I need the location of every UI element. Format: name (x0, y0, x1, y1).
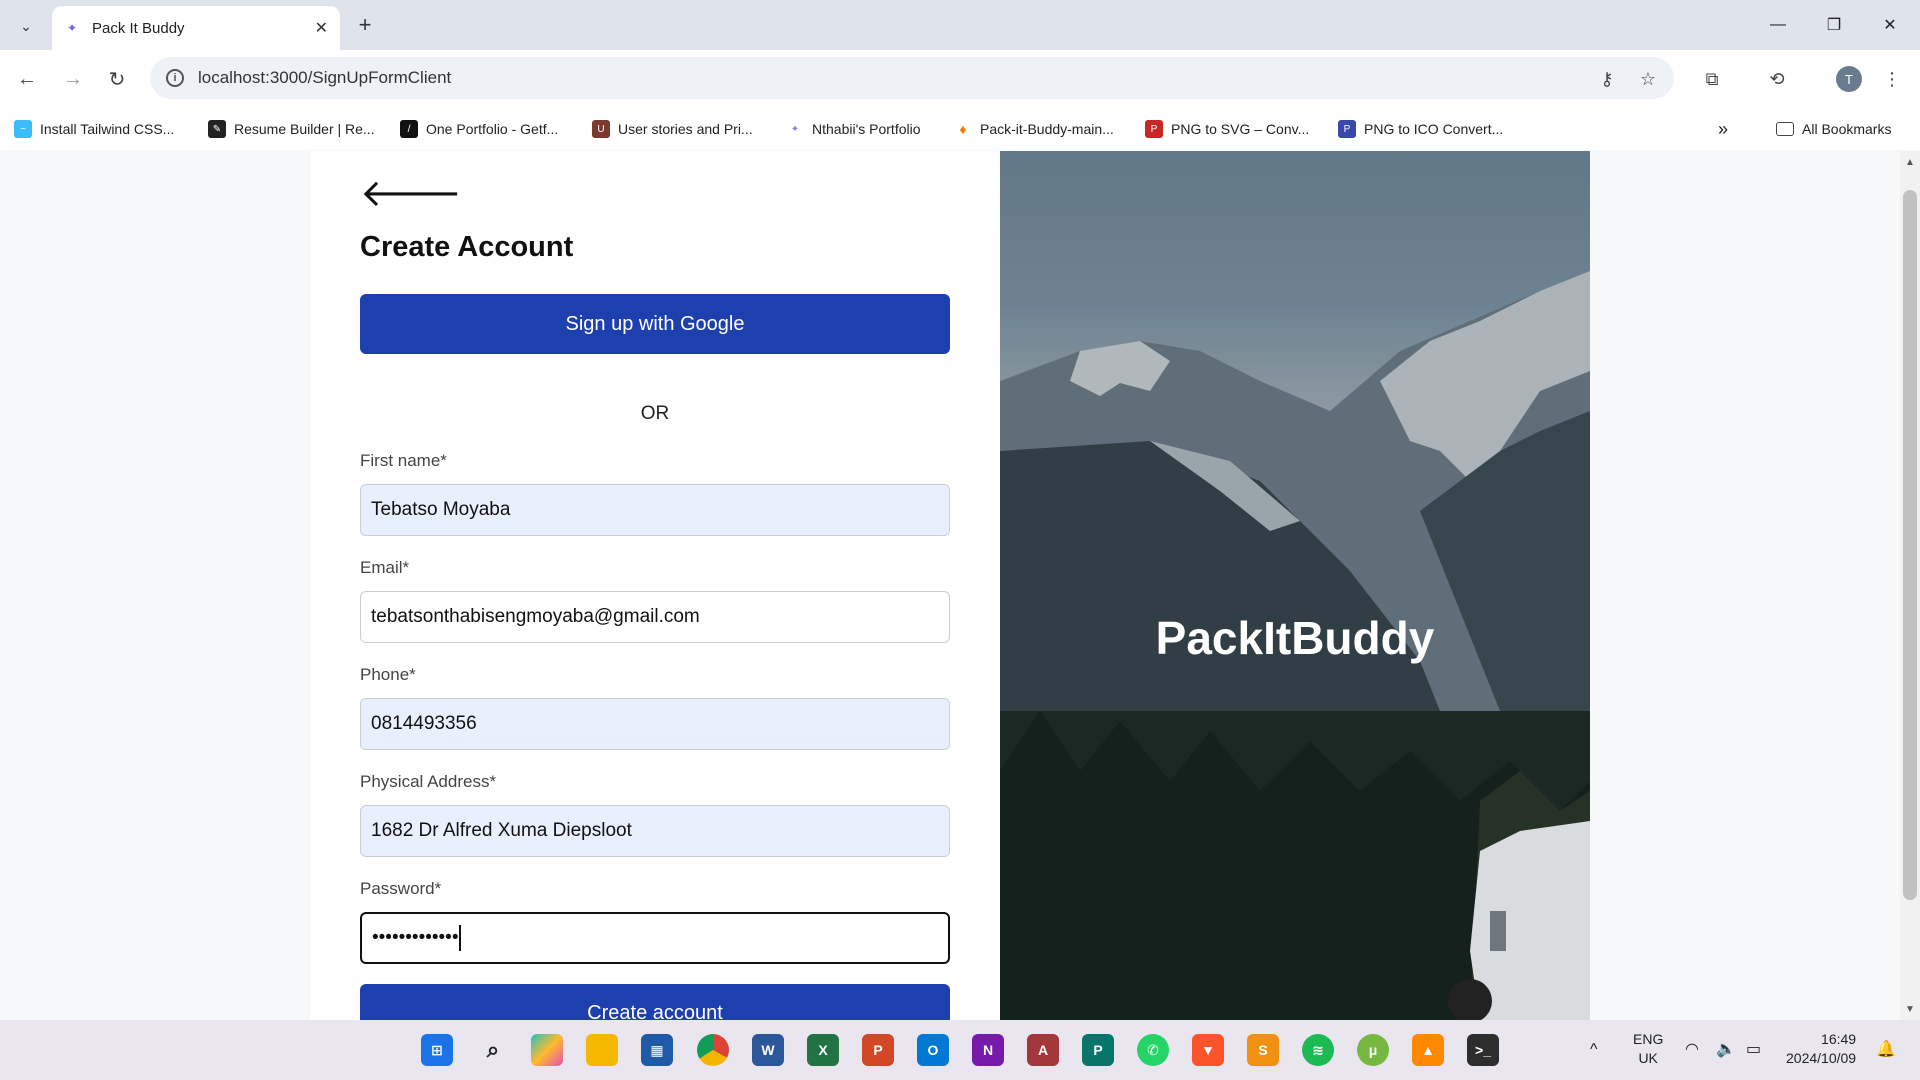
bookmark-star-icon[interactable]: ☆ (1636, 67, 1660, 91)
volume-icon[interactable]: 🔈 (1716, 1040, 1736, 1059)
portfolio-icon: / (400, 120, 418, 138)
url-text[interactable]: localhost:3000/SignUpFormClient (198, 68, 451, 88)
bookmark-item[interactable]: ♦ Pack-it-Buddy-main... (954, 116, 1114, 142)
windows-start-icon[interactable]: ⊞ (421, 1034, 453, 1066)
copilot-icon[interactable] (531, 1034, 563, 1066)
tailwind-icon: ~ (14, 120, 32, 138)
nthabii-icon: ✦ (786, 120, 804, 138)
page-viewport: 🡐 Create Account Sign up with Google OR … (0, 151, 1920, 1020)
password-field[interactable]: ••••••••••••• (360, 912, 950, 964)
bookmark-item[interactable]: U User stories and Pri... (592, 116, 753, 142)
back-arrow-icon[interactable]: 🡐 (360, 175, 462, 213)
password-key-icon[interactable]: ⚷ (1595, 67, 1619, 91)
hero-image-panel: PackItBuddy (1000, 151, 1590, 1020)
pngsvg-icon: P (1145, 120, 1163, 138)
pngico-icon: P (1338, 120, 1356, 138)
excel-icon[interactable]: X (807, 1034, 839, 1066)
microsoft-store-icon[interactable]: ▦ (641, 1034, 673, 1066)
clock[interactable]: 16:49 2024/10/09 (1786, 1030, 1856, 1068)
extensions-icon[interactable]: ⧉ (1700, 67, 1724, 91)
battery-icon[interactable]: ▭ (1746, 1040, 1761, 1059)
address-label: Physical Address* (360, 772, 497, 791)
bookmark-item[interactable]: P PNG to ICO Convert... (1338, 116, 1503, 142)
whatsapp-icon[interactable]: ✆ (1137, 1034, 1169, 1066)
wifi-icon[interactable]: ◠ (1685, 1040, 1699, 1059)
brave-icon[interactable]: ▼ (1192, 1034, 1224, 1066)
show-hidden-icons-chevron-icon[interactable]: ^ (1590, 1040, 1598, 1059)
notifications-bell-icon[interactable]: 🔔 (1876, 1040, 1896, 1059)
email-field[interactable]: tebatsonthabisengmoyaba@gmail.com (360, 591, 950, 643)
close-window-icon[interactable]: ✕ (1862, 0, 1918, 50)
outlook-icon[interactable]: O (917, 1034, 949, 1066)
firebase-icon: ♦ (954, 120, 972, 138)
chrome-icon[interactable] (697, 1034, 729, 1066)
resume-icon: ✎ (208, 120, 226, 138)
utorrent-icon[interactable]: μ (1357, 1034, 1389, 1066)
first-name-label: First name* (360, 451, 447, 470)
profile-avatar[interactable]: T (1836, 66, 1862, 92)
phone-label: Phone* (360, 665, 416, 684)
vlc-icon[interactable]: ▲ (1412, 1034, 1444, 1066)
back-icon[interactable]: ← (12, 64, 42, 94)
browser-tab[interactable]: ✦ Pack It Buddy ✕ (52, 6, 340, 50)
phone-field[interactable]: 0814493356 (360, 698, 950, 750)
powerpoint-icon[interactable]: P (862, 1034, 894, 1066)
windows-taskbar (0, 1020, 1920, 1080)
terminal-icon[interactable]: >_ (1467, 1034, 1499, 1066)
sublime-text-icon[interactable]: S (1247, 1034, 1279, 1066)
userstories-icon: U (592, 120, 610, 138)
brand-title: PackItBuddy (1155, 612, 1435, 664)
restore-icon[interactable]: ❐ (1806, 0, 1862, 50)
scroll-up-icon[interactable]: ▲ (1900, 153, 1920, 171)
minimize-icon[interactable]: — (1750, 0, 1806, 50)
text-caret (459, 925, 462, 951)
menu-dots-icon[interactable]: ⋮ (1880, 67, 1904, 91)
bookmark-item[interactable]: P PNG to SVG – Conv... (1145, 116, 1309, 142)
reload-icon[interactable]: ↻ (102, 64, 132, 94)
mountain-landscape-image (1000, 151, 1590, 1020)
first-name-field[interactable]: Tebatso Moyaba (360, 484, 950, 536)
google-signup-button[interactable]: Sign up with Google (360, 294, 950, 354)
new-tab-button[interactable]: + (350, 10, 380, 40)
address-bar[interactable]: i localhost:3000/SignUpFormClient (150, 57, 1674, 99)
signup-card: 🡐 Create Account Sign up with Google OR … (310, 151, 1590, 1020)
search-icon[interactable]: ⌕ (477, 1034, 509, 1066)
tab-favicon-icon: ✦ (66, 21, 78, 35)
create-account-button[interactable]: Create account (360, 984, 950, 1020)
tab-title: Pack It Buddy (92, 19, 185, 37)
bookmark-item[interactable]: ✎ Resume Builder | Re... (208, 116, 375, 142)
publisher-icon[interactable]: P (1082, 1034, 1114, 1066)
all-bookmarks-folder[interactable]: All Bookmarks (1776, 116, 1891, 142)
or-divider: OR (640, 403, 670, 424)
folder-icon (1776, 122, 1794, 136)
tab-search-chevron-icon[interactable]: ⌄ (12, 12, 40, 40)
scroll-down-icon[interactable]: ▼ (1900, 1000, 1920, 1018)
tab-close-icon[interactable]: ✕ (315, 18, 328, 38)
forward-icon[interactable]: → (58, 64, 88, 94)
onenote-icon[interactable]: N (972, 1034, 1004, 1066)
access-icon[interactable]: A (1027, 1034, 1059, 1066)
bookmark-item[interactable]: ✦ Nthabii's Portfolio (786, 116, 921, 142)
page-title: Create Account (360, 231, 574, 263)
bookmark-item[interactable]: / One Portfolio - Getf... (400, 116, 558, 142)
spotify-icon[interactable]: ≋ (1302, 1034, 1334, 1066)
more-bookmarks-chevron-icon[interactable]: » (1718, 116, 1728, 142)
site-info-icon[interactable]: i (166, 69, 184, 87)
scrollbar-thumb[interactable] (1903, 190, 1917, 900)
file-explorer-icon[interactable] (586, 1034, 618, 1066)
history-icon[interactable]: ⟲ (1765, 67, 1789, 91)
bookmark-item[interactable]: ~ Install Tailwind CSS... (14, 116, 174, 142)
word-icon[interactable]: W (752, 1034, 784, 1066)
language-indicator[interactable]: ENG UK (1633, 1030, 1663, 1068)
password-label: Password* (360, 879, 442, 898)
email-label: Email* (360, 558, 410, 577)
address-field[interactable]: 1682 Dr Alfred Xuma Diepsloot (360, 805, 950, 857)
